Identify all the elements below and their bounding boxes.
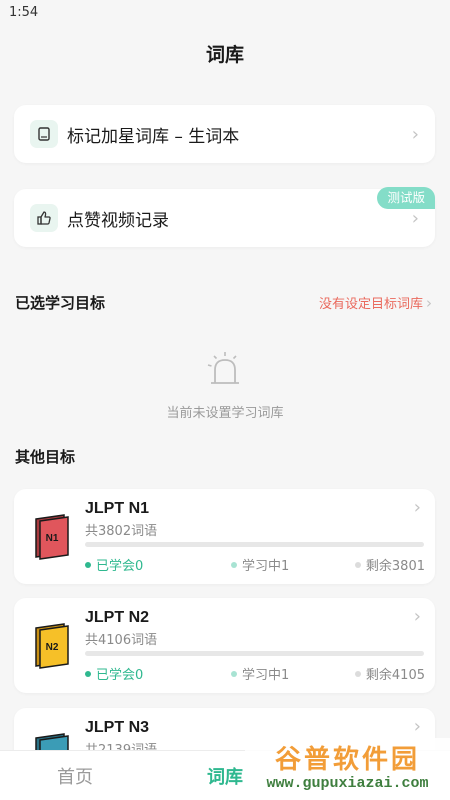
chevron-right-icon: › xyxy=(413,497,421,518)
other-targets-heading: 其他目标 xyxy=(15,448,76,466)
watermark-logo: 谷普软件园 www.gupuxiazai.com xyxy=(245,738,450,800)
liked-videos-card[interactable]: 点赞视频记录 › 测试版 xyxy=(14,187,435,247)
no-target-link-label: 没有设定目标词库 xyxy=(318,297,423,312)
vocab-name: JLPT N3 xyxy=(85,719,150,736)
vocab-name: JLPT N1 xyxy=(85,500,150,517)
empty-state-text: 当前未设置学习词库 xyxy=(166,406,284,421)
chevron-right-icon: › xyxy=(426,293,432,312)
thumbs-up-icon xyxy=(30,204,58,232)
learning-stat: 学习中1 xyxy=(231,555,289,574)
alarm-light-icon xyxy=(207,352,239,384)
selected-target-heading: 已选学习目标 xyxy=(15,294,106,312)
book-n2-icon: N2 xyxy=(35,623,69,669)
chevron-right-icon: › xyxy=(411,123,419,145)
no-target-link[interactable]: 没有设定目标词库 › xyxy=(318,293,432,313)
remaining-stat: 剩余3801 xyxy=(354,555,425,574)
liked-videos-label: 点赞视频记录 xyxy=(67,210,169,231)
chevron-right-icon: › xyxy=(413,716,421,737)
beta-badge: 测试版 xyxy=(377,187,435,209)
learned-stat: 已学会0 xyxy=(85,555,143,574)
progress-bar xyxy=(85,651,424,656)
watermark-url: www.gupuxiazai.com xyxy=(266,775,429,792)
vocab-name: JLPT N2 xyxy=(85,609,150,626)
page-title: 词库 xyxy=(205,44,244,66)
book-icon xyxy=(30,120,58,148)
vocab-count: 共3802词语 xyxy=(85,524,158,539)
vocab-card-jlpt-n2[interactable]: N2 JLPT N2 共4106词语 › 已学会0 学习中1 剩余4105 xyxy=(14,598,435,693)
learning-stat: 学习中1 xyxy=(231,664,289,683)
learned-stat: 已学会0 xyxy=(85,664,143,683)
book-n1-icon: N1 xyxy=(35,514,69,560)
watermark-main: 谷普软件园 xyxy=(274,745,420,775)
vocab-card-jlpt-n1[interactable]: N1 JLPT N1 共3802词语 › 已学会0 学习中1 剩余3801 xyxy=(14,489,435,584)
vocab-count: 共4106词语 xyxy=(85,633,158,648)
chevron-right-icon: › xyxy=(411,207,419,229)
chevron-right-icon: › xyxy=(413,606,421,627)
book-n1-label: N1 xyxy=(46,533,59,544)
starred-vocab-card[interactable]: 标记加星词库 – 生词本 › xyxy=(14,105,435,163)
remaining-stat: 剩余4105 xyxy=(354,664,425,683)
tab-home[interactable]: 首页 xyxy=(0,751,150,800)
status-bar-time: 1:54 xyxy=(9,5,39,20)
book-n2-label: N2 xyxy=(46,642,59,653)
progress-bar xyxy=(85,542,424,547)
starred-vocab-label: 标记加星词库 – 生词本 xyxy=(67,126,240,147)
